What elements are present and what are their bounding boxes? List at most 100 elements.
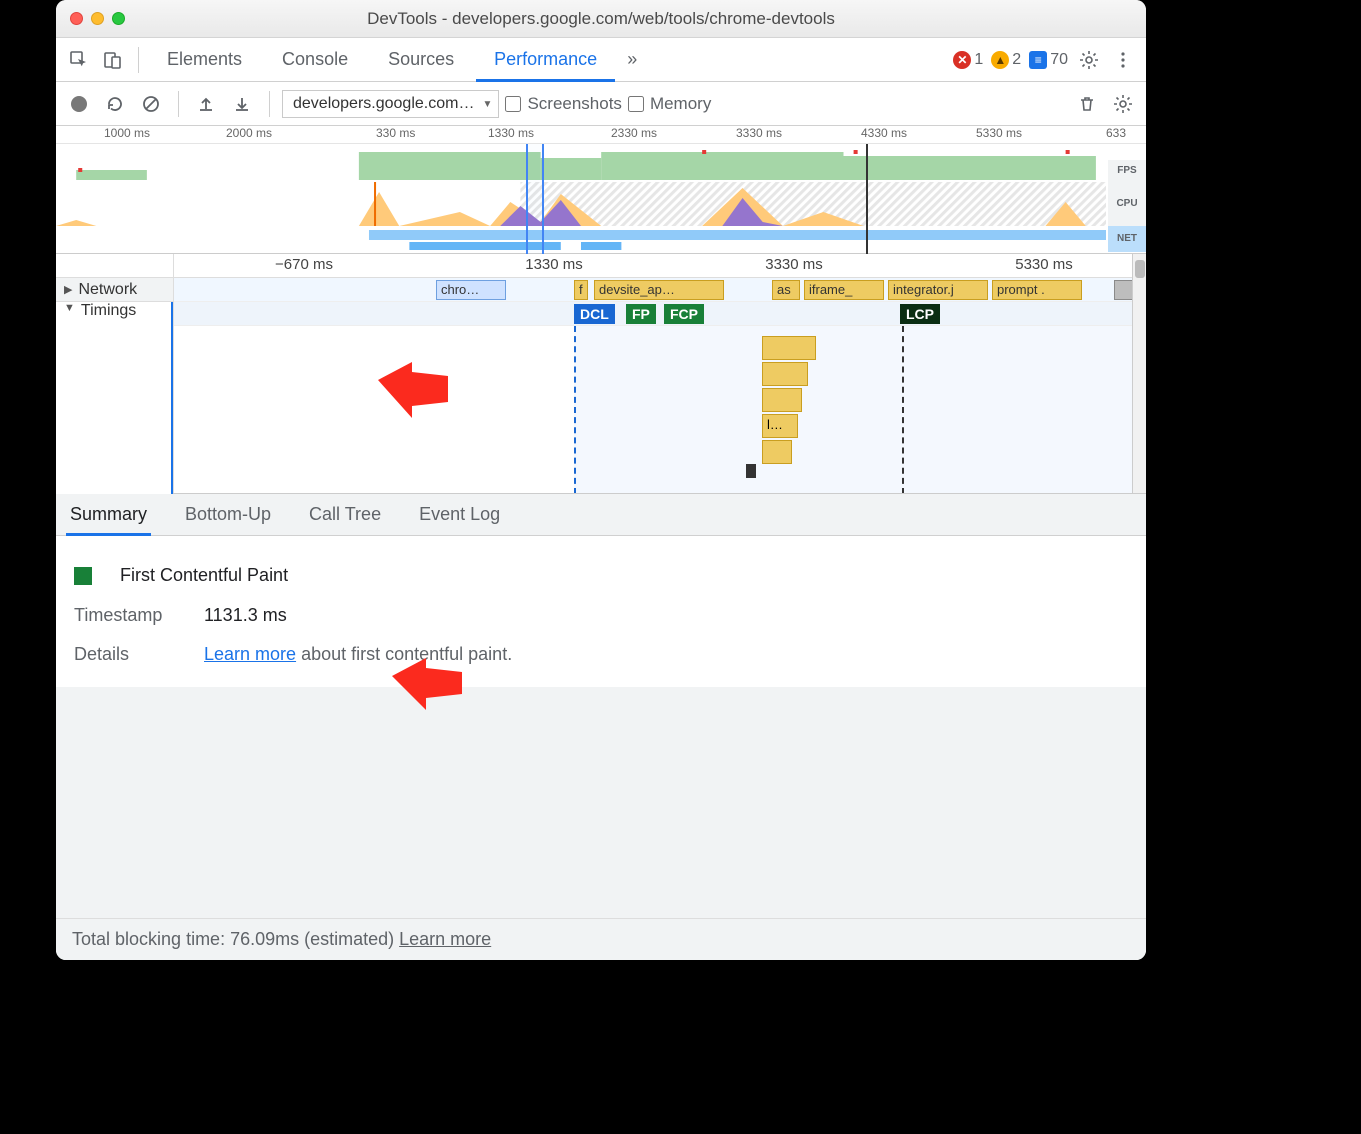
minimize-window-button[interactable] <box>91 12 104 25</box>
tabs-overflow[interactable]: » <box>619 49 645 70</box>
recording-selector[interactable]: developers.google.com… <box>282 90 499 118</box>
separator <box>138 47 139 73</box>
dcl-badge[interactable]: DCL <box>574 304 615 324</box>
separator <box>178 91 179 117</box>
ruler-tick: 330 ms <box>376 126 415 140</box>
learn-more-link[interactable]: Learn more <box>204 644 296 664</box>
net-bar-gray[interactable] <box>1114 280 1132 300</box>
settings-icon[interactable] <box>1074 45 1104 75</box>
tab-call-tree[interactable]: Call Tree <box>305 494 385 536</box>
flame-tick: 3330 ms <box>765 256 823 273</box>
upload-profile-icon[interactable] <box>191 89 221 119</box>
net-lane <box>56 226 1106 252</box>
close-window-button[interactable] <box>70 12 83 25</box>
long-task-bar[interactable]: l… <box>762 414 798 438</box>
timestamp-value: 1131.3 ms <box>204 596 287 636</box>
timings-area: l… <box>574 326 1132 493</box>
memory-checkbox[interactable]: Memory <box>628 94 711 114</box>
cpu-label: CPU <box>1108 182 1146 226</box>
overview-ruler: 1000 ms 2000 ms 330 ms 1330 ms 2330 ms 3… <box>56 126 1146 144</box>
screenshots-checkbox[interactable]: Screenshots <box>505 94 622 114</box>
flame-scrollbar[interactable] <box>1132 254 1146 493</box>
info-count-value: 70 <box>1050 51 1068 69</box>
traffic-lights <box>70 12 125 25</box>
net-bar-f[interactable]: f <box>574 280 588 300</box>
tab-summary[interactable]: Summary <box>66 494 151 536</box>
overview-selection[interactable] <box>526 144 544 254</box>
fcp-badge[interactable]: FCP <box>664 304 704 324</box>
blocking-time-text: Total blocking time: 76.09ms (estimated) <box>72 929 399 949</box>
status-counts: ✕1 ▲2 ≡70 <box>951 45 1138 75</box>
fps-lane <box>56 144 1106 182</box>
flame-tick: −670 ms <box>275 256 333 273</box>
ruler-tick: 2330 ms <box>611 126 657 140</box>
warning-count[interactable]: ▲2 <box>989 51 1023 69</box>
net-bar-iframe[interactable]: iframe_ <box>804 280 884 300</box>
footer-learn-more-link[interactable]: Learn more <box>399 929 491 949</box>
tab-sources[interactable]: Sources <box>370 38 472 82</box>
net-label: NET <box>1108 226 1146 252</box>
net-bar-chro[interactable]: chro… <box>436 280 506 300</box>
tab-elements[interactable]: Elements <box>149 38 260 82</box>
details-tabs: Summary Bottom-Up Call Tree Event Log <box>56 494 1146 536</box>
network-track-header[interactable]: ▶ Network <box>56 278 173 302</box>
ruler-tick: 1000 ms <box>104 126 150 140</box>
long-task-bar[interactable] <box>762 362 808 386</box>
overview-timeline[interactable]: 1000 ms 2000 ms 330 ms 1330 ms 2330 ms 3… <box>56 126 1146 254</box>
long-task-bar[interactable] <box>762 440 792 464</box>
annotation-arrow-1 <box>378 362 450 426</box>
annotation-arrow-2 <box>392 658 464 714</box>
error-count[interactable]: ✕1 <box>951 51 985 69</box>
scrollbar-thumb[interactable] <box>1135 260 1145 278</box>
ruler-tick: 633 <box>1106 126 1126 140</box>
inspect-element-icon[interactable] <box>64 45 94 75</box>
timings-track-label: Timings <box>81 302 136 320</box>
net-bar-integrator[interactable]: integrator.j <box>888 280 988 300</box>
performance-toolbar: developers.google.com… Screenshots Memor… <box>56 82 1146 126</box>
marker <box>746 464 756 478</box>
devtools-window: DevTools - developers.google.com/web/too… <box>56 0 1146 960</box>
kebab-menu-icon[interactable] <box>1108 45 1138 75</box>
flame-chart[interactable]: ▶ Network ▼ Timings −670 ms 1330 ms 3330… <box>56 254 1146 494</box>
network-row: chro… f devsite_ap… as iframe_ integrato… <box>174 278 1132 302</box>
chevron-right-icon: ▶ <box>64 283 72 296</box>
tab-event-log[interactable]: Event Log <box>415 494 504 536</box>
trash-icon[interactable] <box>1072 89 1102 119</box>
tab-bottom-up[interactable]: Bottom-Up <box>181 494 275 536</box>
warning-count-value: 2 <box>1012 51 1021 69</box>
screenshots-checkbox-input[interactable] <box>505 96 521 112</box>
zoom-window-button[interactable] <box>112 12 125 25</box>
tab-performance[interactable]: Performance <box>476 38 615 82</box>
fp-badge[interactable]: FP <box>626 304 656 324</box>
clear-icon[interactable] <box>136 89 166 119</box>
window-title: DevTools - developers.google.com/web/too… <box>56 9 1146 29</box>
ruler-tick: 4330 ms <box>861 126 907 140</box>
long-task-bar[interactable] <box>762 336 816 360</box>
download-profile-icon[interactable] <box>227 89 257 119</box>
footer-status: Total blocking time: 76.09ms (estimated)… <box>56 918 1146 960</box>
record-button[interactable] <box>64 89 94 119</box>
separator <box>269 91 270 117</box>
summary-empty: Total blocking time: 76.09ms (estimated)… <box>56 687 1146 960</box>
memory-label: Memory <box>650 94 711 114</box>
lcp-line <box>902 326 904 493</box>
info-count[interactable]: ≡70 <box>1027 51 1070 69</box>
net-bar-devsite[interactable]: devsite_ap… <box>594 280 724 300</box>
error-count-value: 1 <box>974 51 983 69</box>
perf-settings-icon[interactable] <box>1108 89 1138 119</box>
memory-checkbox-input[interactable] <box>628 96 644 112</box>
flame-tick: 5330 ms <box>1015 256 1073 273</box>
lcp-badge[interactable]: LCP <box>900 304 940 324</box>
long-task-bar[interactable] <box>762 388 802 412</box>
flame-tick: 1330 ms <box>525 256 583 273</box>
net-bar-as[interactable]: as <box>772 280 800 300</box>
device-toolbar-icon[interactable] <box>98 45 128 75</box>
timings-track-header[interactable]: ▼ Timings <box>56 302 173 494</box>
reload-record-icon[interactable] <box>100 89 130 119</box>
tab-console[interactable]: Console <box>264 38 366 82</box>
details-label: Details <box>74 635 184 675</box>
devtools-tabs: Elements Console Sources Performance » ✕… <box>56 38 1146 82</box>
summary-title: First Contentful Paint <box>120 556 288 596</box>
timings-badges-row: DCL FP FCP LCP <box>174 302 1132 326</box>
net-bar-prompt[interactable]: prompt . <box>992 280 1082 300</box>
